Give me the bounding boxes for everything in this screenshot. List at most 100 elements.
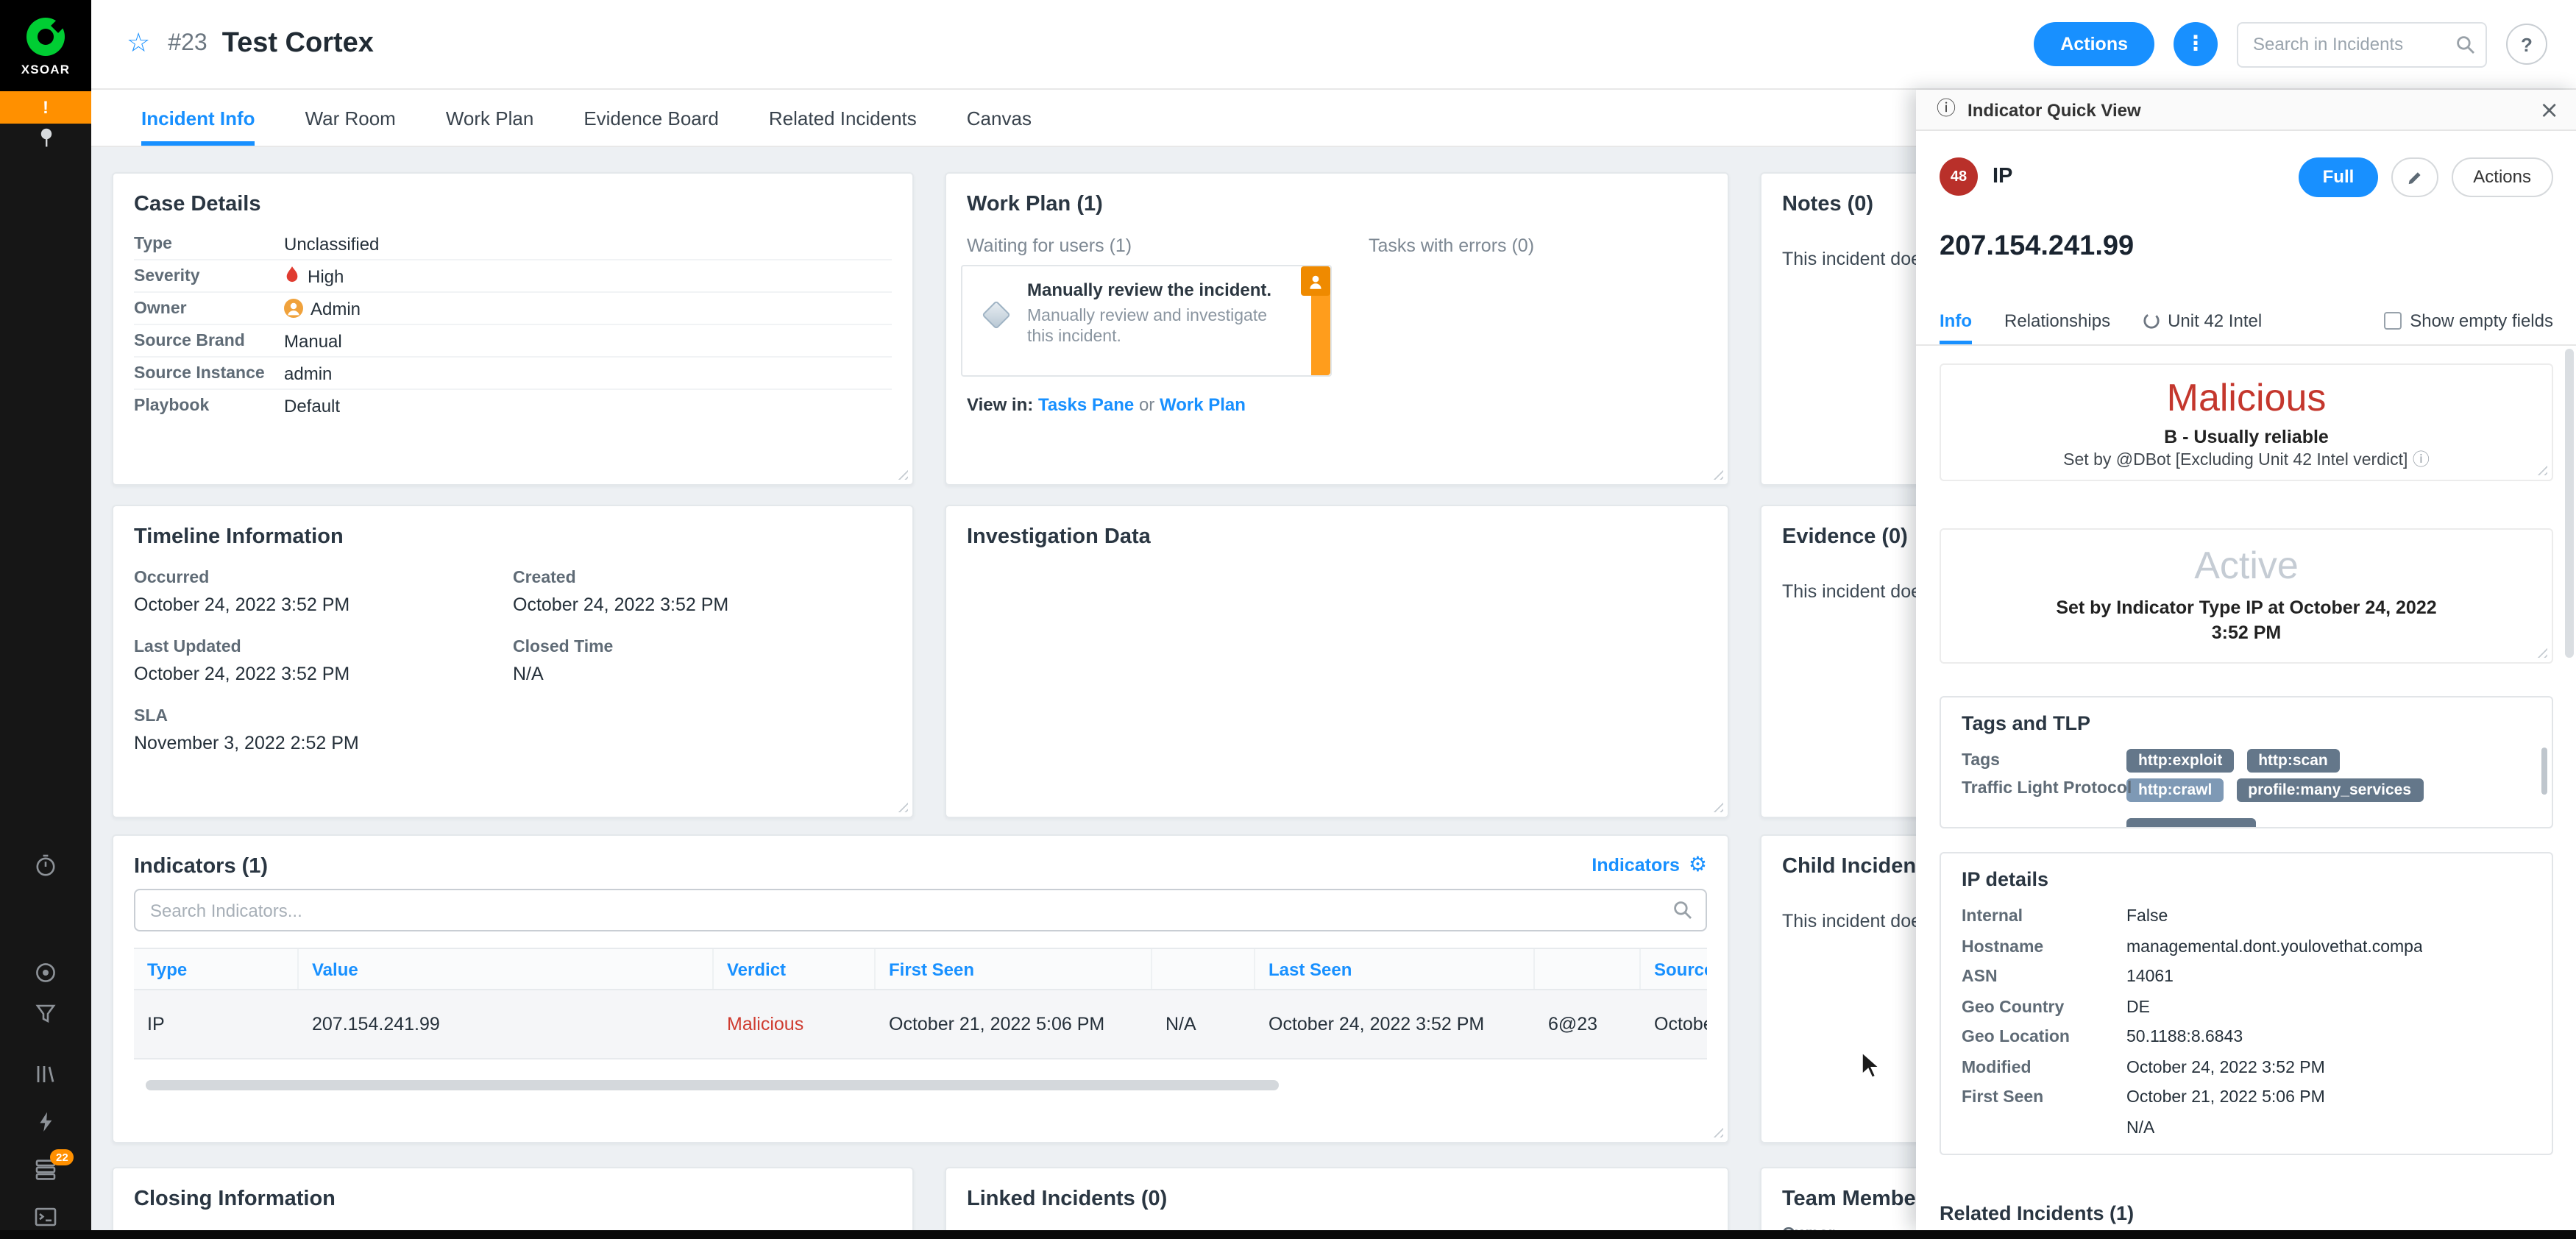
- task-owner-strip: [1301, 266, 1330, 375]
- info-icon[interactable]: ⓘ: [2413, 449, 2430, 469]
- resize-handle[interactable]: [1710, 799, 1723, 812]
- task-title: Manually review the incident.: [1027, 280, 1272, 300]
- cell-incident-link[interactable]: 6@23: [1535, 990, 1641, 1058]
- indicators-header-link[interactable]: Indicators ⚙: [1592, 855, 1707, 876]
- indicator-actions-button[interactable]: Actions: [2451, 157, 2553, 196]
- column-blank-1[interactable]: [1152, 949, 1255, 989]
- close-icon[interactable]: ×: [2539, 97, 2559, 121]
- search-icon: [1674, 901, 1692, 919]
- filter-icon[interactable]: [0, 1002, 91, 1026]
- tab-work-plan[interactable]: Work Plan: [446, 90, 533, 146]
- indicator-table-row[interactable]: IP 207.154.241.99 Malicious October 21, …: [134, 990, 1707, 1059]
- checkbox-icon[interactable]: [2383, 312, 2402, 330]
- tags-scrollbar[interactable]: [2541, 748, 2547, 795]
- archive-count-badge: 22: [50, 1149, 74, 1165]
- work-plan-card: Work Plan (1) Waiting for users (1) Task…: [945, 172, 1729, 486]
- tab-evidence-board[interactable]: Evidence Board: [583, 90, 719, 146]
- search-indicators-input[interactable]: [135, 900, 1673, 920]
- resize-handle[interactable]: [2534, 645, 2547, 658]
- severity-high-flame-icon: [284, 266, 300, 285]
- favorite-star-icon[interactable]: ☆: [127, 30, 150, 57]
- timeline-field-created: Created October 24, 2022 3:52 PM: [513, 569, 729, 615]
- detail-row-internal: Internal False: [1962, 908, 2168, 926]
- column-value[interactable]: Value: [299, 949, 714, 989]
- actions-button[interactable]: Actions: [2034, 22, 2154, 66]
- tag-chip[interactable]: profile:many_services: [2236, 778, 2424, 802]
- indicator-type-icon: 48: [1940, 157, 1978, 196]
- indicators-search: [134, 889, 1707, 931]
- tag-chip[interactable]: http:crawl: [2126, 778, 2224, 802]
- card-title: Investigation Data: [967, 525, 1151, 549]
- resize-handle[interactable]: [895, 466, 908, 480]
- timeline-field-last-updated: Last Updated October 24, 2022 3:52 PM: [134, 639, 350, 684]
- tab-war-room[interactable]: War Room: [305, 90, 396, 146]
- tab-incident-info[interactable]: Incident Info: [141, 90, 255, 146]
- tab-related-incidents[interactable]: Related Incidents: [769, 90, 917, 146]
- clipped-chip[interactable]: [2126, 818, 2256, 827]
- tasks-with-errors-label[interactable]: Tasks with errors (0): [1369, 235, 1534, 256]
- pencil-icon: [2408, 172, 2420, 185]
- column-first-seen[interactable]: First Seen: [876, 949, 1152, 989]
- search-incidents-input[interactable]: [2237, 21, 2487, 67]
- more-options-button[interactable]: ⋮: [2174, 22, 2218, 66]
- card-title: Closing Information: [134, 1187, 336, 1211]
- cell-source-timestamp: October: [1654, 1014, 1707, 1034]
- terminal-icon[interactable]: [0, 1207, 91, 1227]
- full-view-button[interactable]: Full: [2299, 157, 2378, 196]
- tasks-pane-link[interactable]: Tasks Pane: [1038, 394, 1134, 415]
- bolt-icon[interactable]: [0, 1111, 91, 1133]
- help-button[interactable]: ?: [2506, 24, 2547, 65]
- owner-avatar: [284, 299, 303, 318]
- column-verdict[interactable]: Verdict: [714, 949, 876, 989]
- column-blank-2[interactable]: [1535, 949, 1641, 989]
- show-empty-fields-toggle[interactable]: Show empty fields: [2383, 310, 2553, 344]
- tab-canvas[interactable]: Canvas: [967, 90, 1032, 146]
- horizontal-scrollbar[interactable]: [146, 1080, 1279, 1090]
- case-details-card: Case Details Type Unclassified Severity …: [112, 172, 914, 486]
- tab-info[interactable]: Info: [1940, 310, 1972, 344]
- case-row-severity: Severity High: [134, 260, 892, 293]
- column-source-timestamp[interactable]: Source Ti: [1641, 949, 1707, 989]
- resize-handle[interactable]: [1710, 466, 1723, 480]
- tag-chip[interactable]: http:scan: [2246, 749, 2340, 773]
- tlp-label: Traffic Light Protocol: [1962, 780, 2132, 798]
- tag-chip[interactable]: http:exploit: [2126, 749, 2235, 773]
- work-plan-link[interactable]: Work Plan: [1160, 394, 1246, 415]
- tab-relationships[interactable]: Relationships: [2004, 310, 2110, 344]
- tags-chip-row: http:exploit http:scan: [2126, 746, 2346, 773]
- column-last-seen[interactable]: Last Seen: [1255, 949, 1535, 989]
- waiting-for-users-label[interactable]: Waiting for users (1): [967, 235, 1132, 256]
- resize-handle[interactable]: [895, 799, 908, 812]
- closing-row-closed-time: Closed Time N/A: [134, 1223, 892, 1230]
- task-item[interactable]: Manually review the incident. Manually r…: [961, 265, 1332, 377]
- target-icon[interactable]: [0, 961, 91, 984]
- incident-header: ☆ #23 Test Cortex Actions ⋮ ?: [91, 0, 2576, 90]
- case-row-type: Type Unclassified: [134, 228, 892, 260]
- task-assignee-icon: [1301, 266, 1330, 296]
- resize-handle[interactable]: [1710, 1124, 1723, 1137]
- view-in-label: View in:: [967, 394, 1034, 415]
- edit-button[interactable]: [2391, 157, 2438, 196]
- cell-first-seen: October 21, 2022 5:06 PM: [889, 1014, 1105, 1034]
- tab-unit42-intel[interactable]: Unit 42 Intel: [2143, 310, 2262, 344]
- sidebar-alert-badge[interactable]: !: [0, 91, 91, 124]
- library-icon[interactable]: [0, 1062, 91, 1086]
- pin-icon[interactable]: [0, 127, 91, 149]
- gear-icon[interactable]: ⚙: [1689, 855, 1707, 876]
- closing-information-card: Closing Information Closed Time N/A: [112, 1167, 914, 1230]
- cell-verdict: Malicious: [727, 1014, 804, 1034]
- panel-scrollbar[interactable]: [2565, 349, 2574, 658]
- sidebar: XSOAR ! 22: [0, 0, 91, 1239]
- timeline-field-occurred: Occurred October 24, 2022 3:52 PM: [134, 569, 350, 615]
- cell-value-link[interactable]: 207.154.241.99: [299, 990, 714, 1058]
- card-title: Tags and TLP: [1962, 712, 2091, 734]
- incident-search: [2237, 21, 2487, 67]
- xsoar-logo[interactable]: XSOAR: [0, 0, 91, 91]
- indicators-card: Indicators (1) Indicators ⚙ Type Value V…: [112, 834, 1729, 1143]
- column-type[interactable]: Type: [134, 949, 299, 989]
- timer-icon[interactable]: [0, 853, 91, 877]
- info-icon[interactable]: ⓘ: [1937, 100, 1956, 119]
- card-title: Timeline Information: [134, 525, 344, 549]
- xsoar-logo-text: XSOAR: [21, 62, 71, 77]
- archive-icon[interactable]: 22: [0, 1149, 91, 1182]
